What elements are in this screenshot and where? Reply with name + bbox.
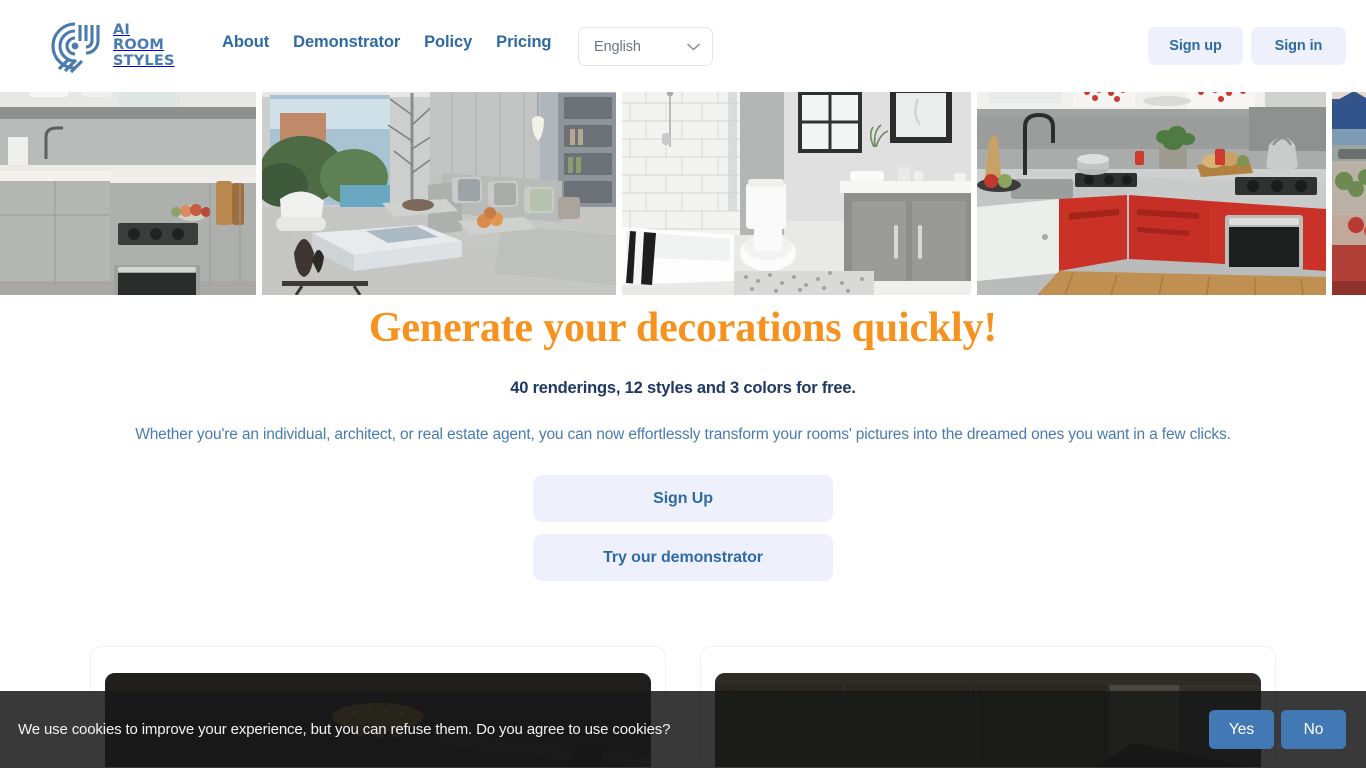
nav-item-policy[interactable]: Policy — [424, 33, 496, 52]
logo-line-3: STYLES — [113, 52, 175, 69]
hero-description: Whether you're an individual, architect,… — [135, 426, 1231, 443]
cookie-actions: Yes No — [1209, 710, 1346, 749]
nav-item-about[interactable]: About — [222, 33, 293, 52]
nav-item-pricing[interactable]: Pricing — [496, 33, 575, 52]
hero-subtitle: 40 renderings, 12 styles and 3 colors fo… — [510, 379, 856, 397]
logo-line-1: AI — [113, 21, 131, 38]
cookie-consent-banner: We use cookies to improve your experienc… — [0, 691, 1366, 768]
sign-up-button[interactable]: Sign up — [1148, 27, 1243, 65]
carousel-slide-white-bathroom[interactable] — [622, 85, 971, 295]
cookie-message: We use cookies to improve your experienc… — [18, 721, 671, 738]
hero-image-carousel[interactable] — [0, 85, 1366, 295]
try-demonstrator-button[interactable]: Try our demonstrator — [533, 534, 833, 581]
landing-page: AI ROOM STYLES About Demonstrator Policy… — [0, 0, 1366, 768]
sign-in-button[interactable]: Sign in — [1251, 27, 1346, 65]
grey-kitchen-image — [0, 85, 256, 295]
carousel-slide-grey-living-room[interactable] — [262, 85, 616, 295]
site-logo[interactable]: AI ROOM STYLES — [51, 17, 175, 75]
sign-up-cta-button[interactable]: Sign Up — [533, 475, 833, 522]
cookie-decline-button[interactable]: No — [1281, 710, 1346, 749]
language-selected-value: English — [594, 38, 641, 55]
cookie-accept-button[interactable]: Yes — [1209, 710, 1274, 749]
red-kitchen-image — [977, 85, 1326, 295]
carousel-slide-grey-modern-kitchen[interactable] — [0, 85, 256, 295]
chevron-down-icon — [687, 43, 700, 50]
auth-buttons: Sign up Sign in — [1148, 27, 1346, 65]
living-room-image — [262, 85, 616, 295]
logo-wordmark: AI ROOM STYLES — [113, 21, 175, 70]
hero-cta-group: Sign Up Try our demonstrator — [0, 475, 1366, 581]
carousel-slide-red-kitchen[interactable] — [977, 85, 1326, 295]
ai-room-styles-logo-icon — [51, 22, 100, 74]
terrace-image — [1332, 85, 1366, 295]
bathroom-image — [622, 85, 971, 295]
language-selector[interactable]: English — [578, 27, 713, 66]
logo-line-2: ROOM — [113, 37, 165, 54]
site-header: AI ROOM STYLES About Demonstrator Policy… — [0, 0, 1366, 92]
hero-section: Generate your decorations quickly! 40 re… — [0, 295, 1366, 581]
nav-item-demonstrator[interactable]: Demonstrator — [293, 33, 424, 52]
carousel-slide-terrace-view[interactable] — [1332, 85, 1366, 295]
main-nav: About Demonstrator Policy Pricing — [222, 33, 575, 52]
page-title: Generate your decorations quickly! — [368, 305, 998, 351]
